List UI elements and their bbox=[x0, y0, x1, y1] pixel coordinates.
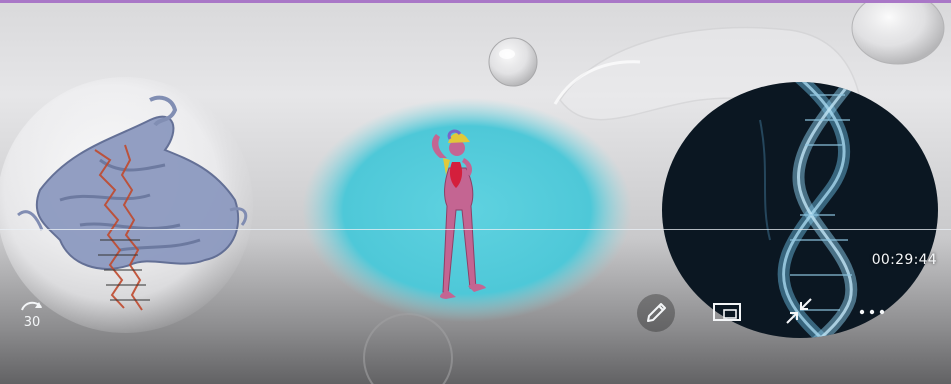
seek-bar[interactable] bbox=[0, 229, 951, 230]
mini-view-button[interactable] bbox=[708, 296, 748, 330]
pen-button[interactable] bbox=[637, 294, 675, 332]
more-options-button[interactable] bbox=[852, 298, 892, 326]
pencil-icon bbox=[647, 303, 666, 322]
collapse-arrows-icon bbox=[786, 298, 812, 324]
skip-back-30-label: 30 bbox=[24, 315, 41, 330]
window-top-border bbox=[0, 0, 951, 3]
skip-back-30-button[interactable]: 30 bbox=[14, 296, 50, 332]
picture-in-picture-icon bbox=[713, 303, 741, 321]
ellipsis-icon bbox=[859, 309, 885, 315]
rewind-30-icon: 30 bbox=[21, 301, 42, 330]
video-player[interactable]: 00:29:44 30 bbox=[0, 0, 951, 384]
elapsed-time: 00:29:44 bbox=[871, 252, 937, 268]
exit-fullscreen-button[interactable] bbox=[780, 292, 818, 330]
